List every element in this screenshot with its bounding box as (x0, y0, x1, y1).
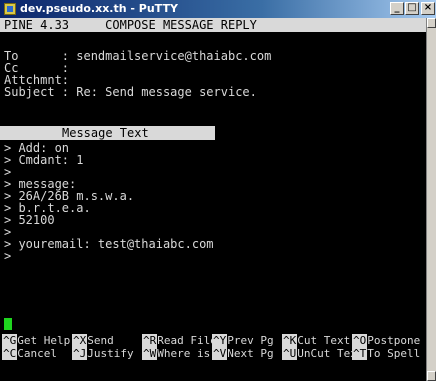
command-label: Read File (157, 334, 217, 347)
command-key: ^X (72, 334, 88, 347)
command-label: Cut Text (297, 334, 351, 347)
putty-window: dev.pseudo.xx.th - PuTTY _ □ × PINE 4.33… (0, 0, 436, 381)
send-command[interactable]: ^XSend (72, 334, 114, 347)
command-key: ^U (282, 347, 298, 360)
cancel-command[interactable]: ^CCancel (2, 347, 57, 360)
postpone-command[interactable]: ^OPostpone (352, 334, 420, 347)
message-text-label: Message Text (62, 126, 149, 140)
maximize-button[interactable]: □ (405, 2, 419, 15)
cut-text-command[interactable]: ^KCut Text (282, 334, 350, 347)
body-line[interactable]: > Cmdant: 1 (4, 154, 83, 166)
body-line[interactable]: > youremail: test@thaiabc.com (4, 238, 214, 250)
command-key: ^Y (212, 334, 228, 347)
command-label: Where is (157, 347, 211, 360)
where-is-command[interactable]: ^WWhere is (142, 347, 210, 360)
command-key: ^T (352, 347, 368, 360)
command-label: Justify (87, 347, 134, 360)
command-label: Get Help (17, 334, 71, 347)
command-key: ^G (2, 334, 18, 347)
command-key: ^O (352, 334, 368, 347)
justify-command[interactable]: ^JJustify (72, 347, 134, 360)
subject-field[interactable]: Subject : Re: Send message service. (4, 86, 257, 98)
command-row-2: ^CCancel ^JJustify ^WWhere is ^VNext Pg … (0, 347, 426, 360)
command-key: ^R (142, 334, 158, 347)
command-label: Send (87, 334, 114, 347)
prev-page-command[interactable]: ^YPrev Pg (212, 334, 274, 347)
command-label: Cancel (17, 347, 57, 360)
scroll-down-arrow-icon[interactable] (427, 371, 436, 381)
pine-header-text: PINE 4.33 COMPOSE MESSAGE REPLY (4, 18, 257, 32)
body-line[interactable]: > (4, 250, 11, 262)
window-title: dev.pseudo.xx.th - PuTTY (20, 2, 178, 15)
message-text-banner: Message Text (0, 126, 215, 140)
scroll-up-arrow-icon[interactable] (427, 18, 436, 28)
title-bar[interactable]: dev.pseudo.xx.th - PuTTY _ □ × (0, 0, 436, 18)
minimize-button[interactable]: _ (390, 2, 404, 15)
command-label: Next Pg (227, 347, 274, 360)
to-spell-command[interactable]: ^TTo Spell (352, 347, 420, 360)
pine-header-bar: PINE 4.33 COMPOSE MESSAGE REPLY (0, 18, 426, 32)
close-button[interactable]: × (421, 2, 435, 15)
command-key: ^K (282, 334, 298, 347)
command-key: ^J (72, 347, 88, 360)
command-key: ^V (212, 347, 228, 360)
body-line[interactable]: > 52100 (4, 214, 55, 226)
next-page-command[interactable]: ^VNext Pg (212, 347, 274, 360)
terminal-area[interactable]: PINE 4.33 COMPOSE MESSAGE REPLY To : sen… (0, 18, 426, 381)
command-label: To Spell (367, 347, 421, 360)
command-menu: ^GGet Help ^XSend ^RRead File ^YPrev Pg … (0, 334, 426, 364)
vertical-scrollbar[interactable] (426, 18, 436, 381)
text-cursor (4, 318, 12, 330)
command-label: Postpone (367, 334, 421, 347)
read-file-command[interactable]: ^RRead File (142, 334, 217, 347)
command-key: ^C (2, 347, 18, 360)
command-label: Prev Pg (227, 334, 274, 347)
putty-app-icon[interactable] (4, 3, 16, 15)
command-row-1: ^GGet Help ^XSend ^RRead File ^YPrev Pg … (0, 334, 426, 347)
command-key: ^W (142, 347, 158, 360)
get-help-command[interactable]: ^GGet Help (2, 334, 70, 347)
